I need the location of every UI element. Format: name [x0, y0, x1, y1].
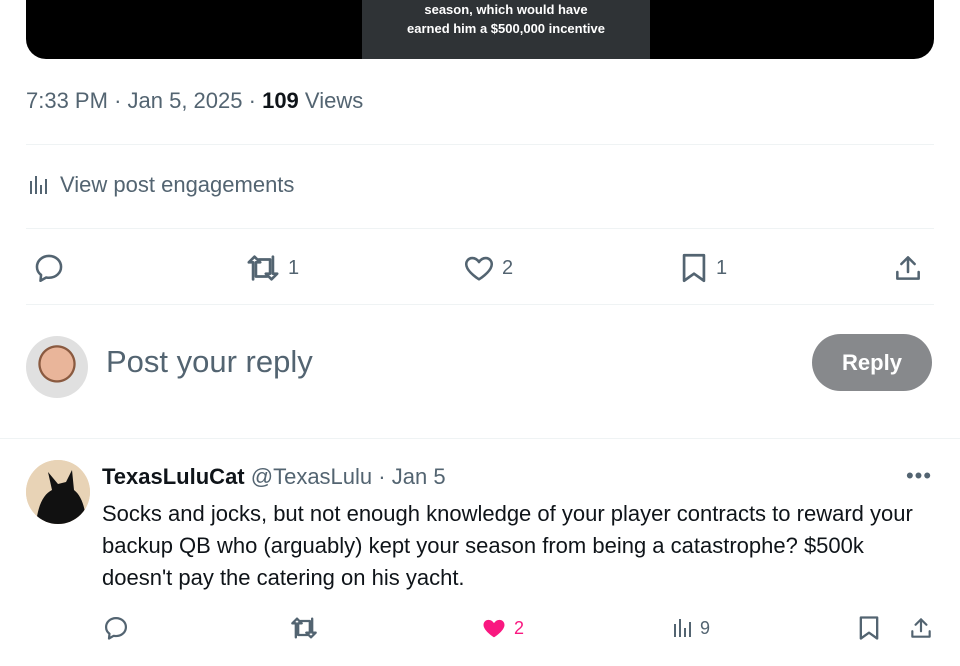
views-count: 109: [262, 88, 299, 113]
like-count: 2: [514, 617, 525, 638]
like-count: 2: [502, 256, 514, 279]
tweet-action-bar: 2 9: [102, 612, 934, 644]
reply-icon: [102, 614, 130, 642]
author-handle[interactable]: @TexasLulu: [251, 464, 372, 489]
post-meta: 7:33 PM · Jan 5, 2025 · 109 Views: [26, 88, 363, 114]
tweet-header: TexasLuluCat @TexasLulu · Jan 5: [102, 464, 446, 490]
cat-silhouette-icon: [26, 460, 90, 524]
repost-action[interactable]: 1: [244, 248, 299, 288]
divider: [0, 438, 960, 439]
views-action[interactable]: 9: [670, 612, 710, 644]
separator-dot: ·: [114, 88, 128, 113]
post-date[interactable]: Jan 5, 2025: [128, 88, 243, 113]
bookmark-icon: [678, 251, 710, 285]
share-icon: [908, 614, 934, 642]
divider: [26, 304, 934, 305]
reply-action[interactable]: [102, 612, 130, 644]
share-action[interactable]: [892, 248, 924, 288]
views-label: Views: [304, 88, 364, 113]
bookmark-icon: [856, 614, 882, 642]
heart-icon: [462, 251, 496, 285]
repost-icon: [244, 251, 282, 285]
share-action[interactable]: [908, 612, 934, 644]
repost-action[interactable]: [288, 612, 320, 644]
author-name[interactable]: TexasLuluCat: [102, 464, 245, 489]
analytics-icon: [26, 173, 50, 197]
post-time[interactable]: 7:33 PM: [26, 88, 108, 113]
media-caption: season, which would have earned him a $5…: [362, 0, 650, 59]
bookmark-action[interactable]: [856, 612, 882, 644]
divider: [26, 144, 934, 145]
bookmark-action[interactable]: 1: [678, 248, 727, 288]
reply-button[interactable]: Reply: [812, 334, 932, 391]
like-action[interactable]: 2: [462, 248, 513, 288]
separator-dot: ·: [378, 464, 392, 489]
reply-action[interactable]: [32, 248, 66, 288]
reply-icon: [32, 251, 66, 285]
reply-tweet[interactable]: TexasLuluCat @TexasLulu · Jan 5 ••• Sock…: [26, 458, 934, 666]
repost-count: 1: [288, 256, 300, 279]
heart-filled-icon: [480, 614, 508, 642]
avatar[interactable]: [26, 460, 90, 524]
caption-line: earned him a $500,000 incentive: [407, 21, 605, 36]
share-icon: [892, 251, 924, 285]
avatar[interactable]: [26, 336, 88, 398]
tweet-text: Socks and jocks, but not enough knowledg…: [102, 501, 913, 590]
divider: [26, 228, 934, 229]
media-card[interactable]: season, which would have earned him a $5…: [26, 0, 934, 59]
repost-icon: [288, 614, 320, 642]
post-action-bar: 1 2 1: [26, 248, 934, 288]
analytics-icon: [670, 616, 694, 640]
like-action[interactable]: 2: [480, 612, 524, 644]
views-count: 9: [700, 617, 711, 638]
more-options-icon[interactable]: •••: [904, 463, 934, 488]
tweet-date[interactable]: Jan 5: [392, 464, 446, 489]
engagements-label: View post engagements: [60, 172, 295, 197]
separator-dot: ·: [248, 88, 263, 113]
caption-line: season, which would have: [424, 2, 588, 17]
reply-composer: Post your reply Reply: [26, 334, 934, 398]
view-engagements-link[interactable]: View post engagements: [26, 172, 294, 198]
reply-input[interactable]: Post your reply: [106, 344, 313, 380]
bookmark-count: 1: [716, 256, 728, 279]
